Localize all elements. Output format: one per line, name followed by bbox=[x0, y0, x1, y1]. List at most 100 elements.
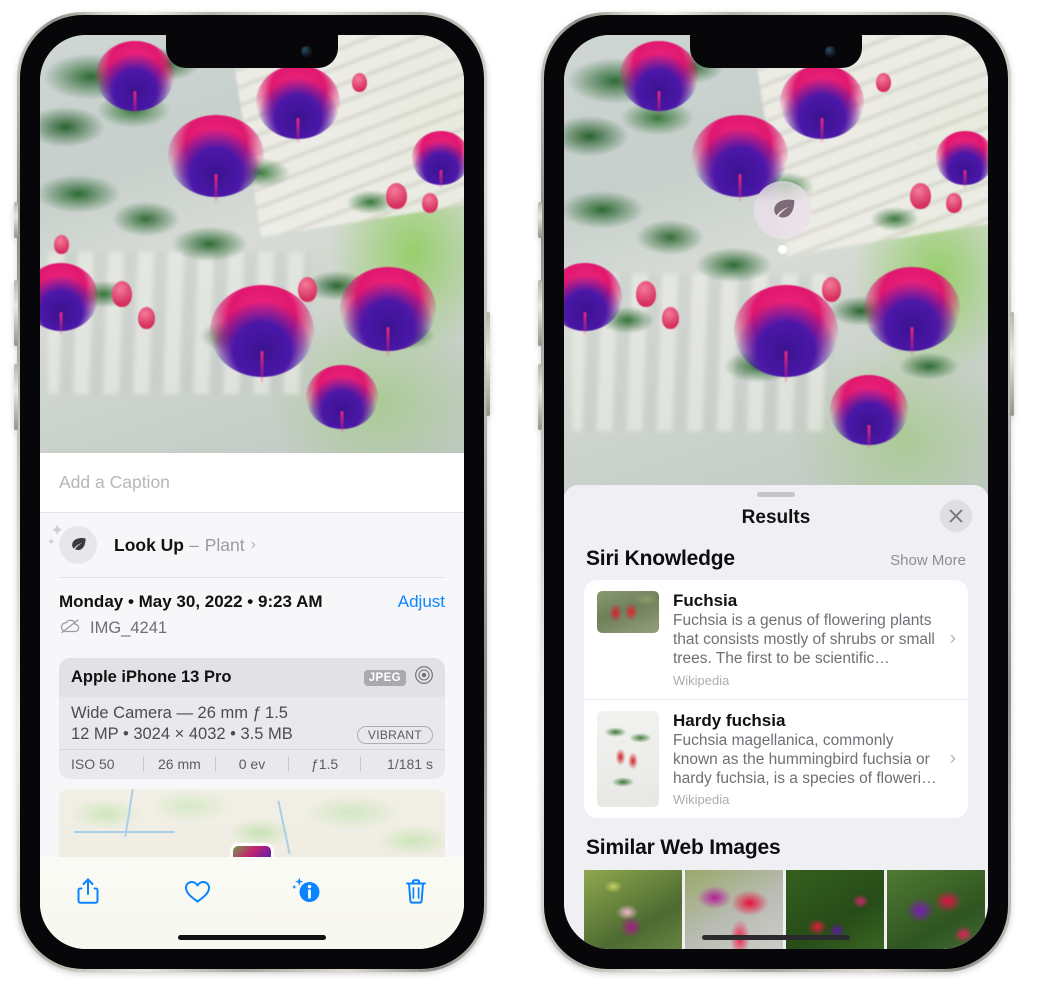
knowledge-text: Fuchsia Fuchsia is a genus of flowering … bbox=[659, 591, 948, 688]
photo-bloom bbox=[780, 65, 864, 139]
notch bbox=[166, 35, 338, 68]
knowledge-title: Hardy fuchsia bbox=[673, 710, 786, 730]
photo-info-block: Monday • May 30, 2022 • 9:23 AM Adjust I… bbox=[40, 578, 464, 649]
front-camera-icon bbox=[301, 46, 312, 57]
photo-bud bbox=[386, 183, 407, 209]
file-name: IMG_4241 bbox=[90, 619, 168, 637]
map-waterway bbox=[124, 789, 135, 838]
visual-lookup-anchor-dot bbox=[778, 245, 787, 254]
photo-bloom bbox=[210, 285, 314, 377]
photo-bud bbox=[112, 281, 132, 307]
home-indicator[interactable] bbox=[178, 935, 326, 940]
photo-bud bbox=[662, 307, 679, 329]
icloud-slash-icon bbox=[59, 618, 81, 639]
results-header: Results bbox=[564, 497, 988, 539]
web-image-thumbnail[interactable] bbox=[887, 870, 985, 949]
siri-knowledge-header: Siri Knowledge Show More bbox=[564, 539, 988, 580]
photo-foliage bbox=[564, 35, 988, 495]
knowledge-source: Wikipedia bbox=[673, 792, 730, 808]
photo-bloom bbox=[620, 41, 698, 111]
photo-bloom bbox=[168, 115, 264, 197]
volume-down-button[interactable] bbox=[538, 364, 542, 430]
similar-web-images-title: Similar Web Images bbox=[586, 836, 781, 860]
look-up-dash: – bbox=[189, 534, 199, 555]
location-map[interactable] bbox=[59, 789, 445, 867]
metadata-header: Apple iPhone 13 Pro JPEG bbox=[59, 658, 445, 697]
photo-bud bbox=[138, 307, 155, 329]
info-button[interactable] bbox=[285, 871, 329, 911]
photo-bloom bbox=[412, 131, 464, 185]
exif-aperture: ƒ1.5 bbox=[310, 756, 339, 772]
aperture-icon[interactable] bbox=[414, 665, 434, 690]
exif-ev: 0 ev bbox=[238, 756, 266, 772]
sparkle-icon: ✦ bbox=[47, 537, 56, 548]
delete-button[interactable] bbox=[394, 871, 438, 911]
volume-down-button[interactable] bbox=[14, 364, 18, 430]
chevron-right-icon: › bbox=[949, 628, 956, 650]
results-sheet: Results Siri Knowledge Show More Fuchsia… bbox=[564, 485, 988, 949]
caption-field-row[interactable]: Add a Caption bbox=[40, 453, 464, 513]
list-item[interactable]: Hardy fuchsia Fuchsia magellanica, commo… bbox=[584, 698, 968, 819]
front-camera-icon bbox=[825, 46, 836, 57]
adjust-button[interactable]: Adjust bbox=[398, 592, 445, 612]
exif-row: ISO 50 26 mm 0 ev ƒ1.5 1/181 s bbox=[59, 749, 445, 779]
knowledge-thumbnail bbox=[597, 710, 659, 807]
caption-input[interactable]: Add a Caption bbox=[59, 472, 170, 493]
silent-switch[interactable] bbox=[538, 202, 542, 238]
volume-up-button[interactable] bbox=[538, 280, 542, 346]
chevron-right-icon: › bbox=[949, 748, 956, 770]
knowledge-source: Wikipedia bbox=[673, 672, 730, 688]
exif-shutter: 1/181 s bbox=[387, 756, 433, 772]
phone-left-screen: Add a Caption ✦ ✦ Look Up – Plant › Mond… bbox=[40, 35, 464, 949]
look-up-title: Look Up bbox=[114, 534, 184, 555]
photo-bloom bbox=[256, 65, 340, 139]
leaf-icon bbox=[59, 526, 97, 564]
screenshot-root: Add a Caption ✦ ✦ Look Up – Plant › Mond… bbox=[0, 0, 1055, 985]
photo-bud bbox=[352, 73, 367, 92]
phone-right-body: Results Siri Knowledge Show More Fuchsia… bbox=[544, 15, 1008, 969]
map-waterway bbox=[277, 800, 291, 855]
side-power-button[interactable] bbox=[486, 312, 490, 416]
side-power-button[interactable] bbox=[1010, 312, 1014, 416]
metadata-header-right: JPEG bbox=[363, 665, 434, 690]
show-more-button[interactable]: Show More bbox=[890, 552, 966, 569]
phone-left-body: Add a Caption ✦ ✦ Look Up – Plant › Mond… bbox=[20, 15, 484, 969]
siri-knowledge-title: Siri Knowledge bbox=[586, 547, 735, 570]
size-info: 12 MP • 3024 × 4032 • 3.5 MB bbox=[71, 725, 293, 743]
photo-view-right[interactable] bbox=[564, 35, 988, 495]
web-image-thumbnail[interactable] bbox=[584, 870, 682, 949]
notch bbox=[690, 35, 862, 68]
home-indicator[interactable] bbox=[702, 935, 850, 940]
date-row: Monday • May 30, 2022 • 9:23 AM Adjust bbox=[59, 592, 445, 612]
photo-view-left[interactable] bbox=[40, 35, 464, 453]
list-item[interactable]: Fuchsia Fuchsia is a genus of flowering … bbox=[584, 580, 968, 699]
exif-focal: 26 mm bbox=[157, 756, 201, 772]
phone-right-screen: Results Siri Knowledge Show More Fuchsia… bbox=[564, 35, 988, 949]
share-button[interactable] bbox=[66, 871, 110, 911]
camera-metadata-card: Apple iPhone 13 Pro JPEG Wide Camera — 2… bbox=[59, 658, 445, 779]
exif-iso: ISO 50 bbox=[71, 756, 115, 772]
knowledge-title: Fuchsia bbox=[673, 591, 738, 610]
chevron-right-icon: › bbox=[250, 536, 256, 553]
volume-up-button[interactable] bbox=[14, 280, 18, 346]
size-info-row: 12 MP • 3024 × 4032 • 3.5 MB VIBRANT bbox=[71, 725, 433, 744]
photo-bloom bbox=[864, 267, 960, 351]
photo-bud bbox=[636, 281, 656, 307]
siri-knowledge-card: Fuchsia Fuchsia is a genus of flowering … bbox=[584, 580, 968, 819]
similar-web-images-header: Similar Web Images bbox=[564, 818, 988, 868]
look-up-row[interactable]: ✦ ✦ Look Up – Plant › bbox=[40, 513, 464, 577]
phone-right: Results Siri Knowledge Show More Fuchsia… bbox=[538, 12, 1014, 972]
silent-switch[interactable] bbox=[14, 202, 18, 238]
photographic-style-badge: VIBRANT bbox=[356, 725, 433, 744]
map-waterway bbox=[74, 831, 175, 834]
device-name: Apple iPhone 13 Pro bbox=[71, 668, 232, 686]
photo-bloom bbox=[96, 41, 174, 111]
photo-bloom bbox=[830, 375, 908, 445]
visual-lookup-badge[interactable] bbox=[754, 181, 812, 239]
close-button[interactable] bbox=[940, 500, 972, 532]
knowledge-text: Hardy fuchsia Fuchsia magellanica, commo… bbox=[659, 711, 948, 808]
photo-bud bbox=[54, 235, 69, 254]
favorite-button[interactable] bbox=[175, 871, 219, 911]
metadata-body: Wide Camera — 26 mm ƒ 1.5 12 MP • 3024 ×… bbox=[59, 697, 445, 749]
look-up-subject: Plant bbox=[204, 534, 245, 555]
